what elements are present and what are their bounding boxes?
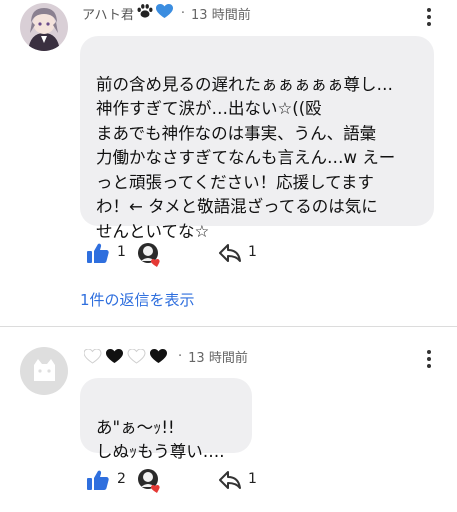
comment-text: あ"ぁ〜ｯ!! しぬｯもう尊い…. [96,417,225,462]
username[interactable]: アハト君 [82,4,134,23]
paw-icon [136,3,154,23]
reply-button[interactable] [218,243,242,267]
comment-header: · 13 時間前 [84,347,248,366]
view-replies-link[interactable]: 1件の返信を表示 [80,289,195,310]
separator-dot: · [178,348,183,364]
more-options-icon[interactable] [427,8,431,29]
like-count: 2 [117,471,126,487]
avatar-anime-character-icon [20,3,68,51]
heart-emoji-username-icon [84,348,167,364]
comment-time: 13 時間前 [188,350,248,366]
thumbs-up-icon [87,470,109,490]
like-button[interactable] [87,243,109,267]
thumbs-up-icon [87,243,109,263]
reply-arrow-icon [219,244,241,262]
more-options-icon[interactable] [427,350,431,371]
comment-bubble: 前の含め見るの遅れたぁぁぁぁぁ尊し… 神作すぎて涙が…出ない☆((殴 まあでも神… [80,36,434,241]
blue-heart-icon [155,3,173,23]
avatar[interactable] [20,347,68,395]
divider [0,326,457,327]
reply-count: 1 [248,471,257,487]
comment-bubble: あ"ぁ〜ｯ!! しぬｯもう尊い…. [80,378,252,461]
creator-heart-icon [138,469,160,493]
comment-header: アハト君 · 13 時間前 [82,3,251,23]
like-button[interactable] [87,470,109,494]
username[interactable] [84,348,170,364]
reply-button[interactable] [218,470,242,494]
comment-text: 前の含め見るの遅れたぁぁぁぁぁ尊し… 神作すぎて涙が…出ない☆((殴 まあでも神… [96,74,396,241]
creator-heart-icon [138,243,160,267]
separator-dot: · [180,5,186,21]
like-count: 1 [117,244,126,260]
comment-time: 13 時間前 [191,7,251,23]
default-cat-avatar-icon [20,347,68,395]
creator-heart-badge [137,242,163,272]
reply-arrow-icon [219,471,241,489]
reply-count: 1 [248,244,257,260]
avatar[interactable] [20,3,68,51]
creator-heart-badge [137,468,163,498]
